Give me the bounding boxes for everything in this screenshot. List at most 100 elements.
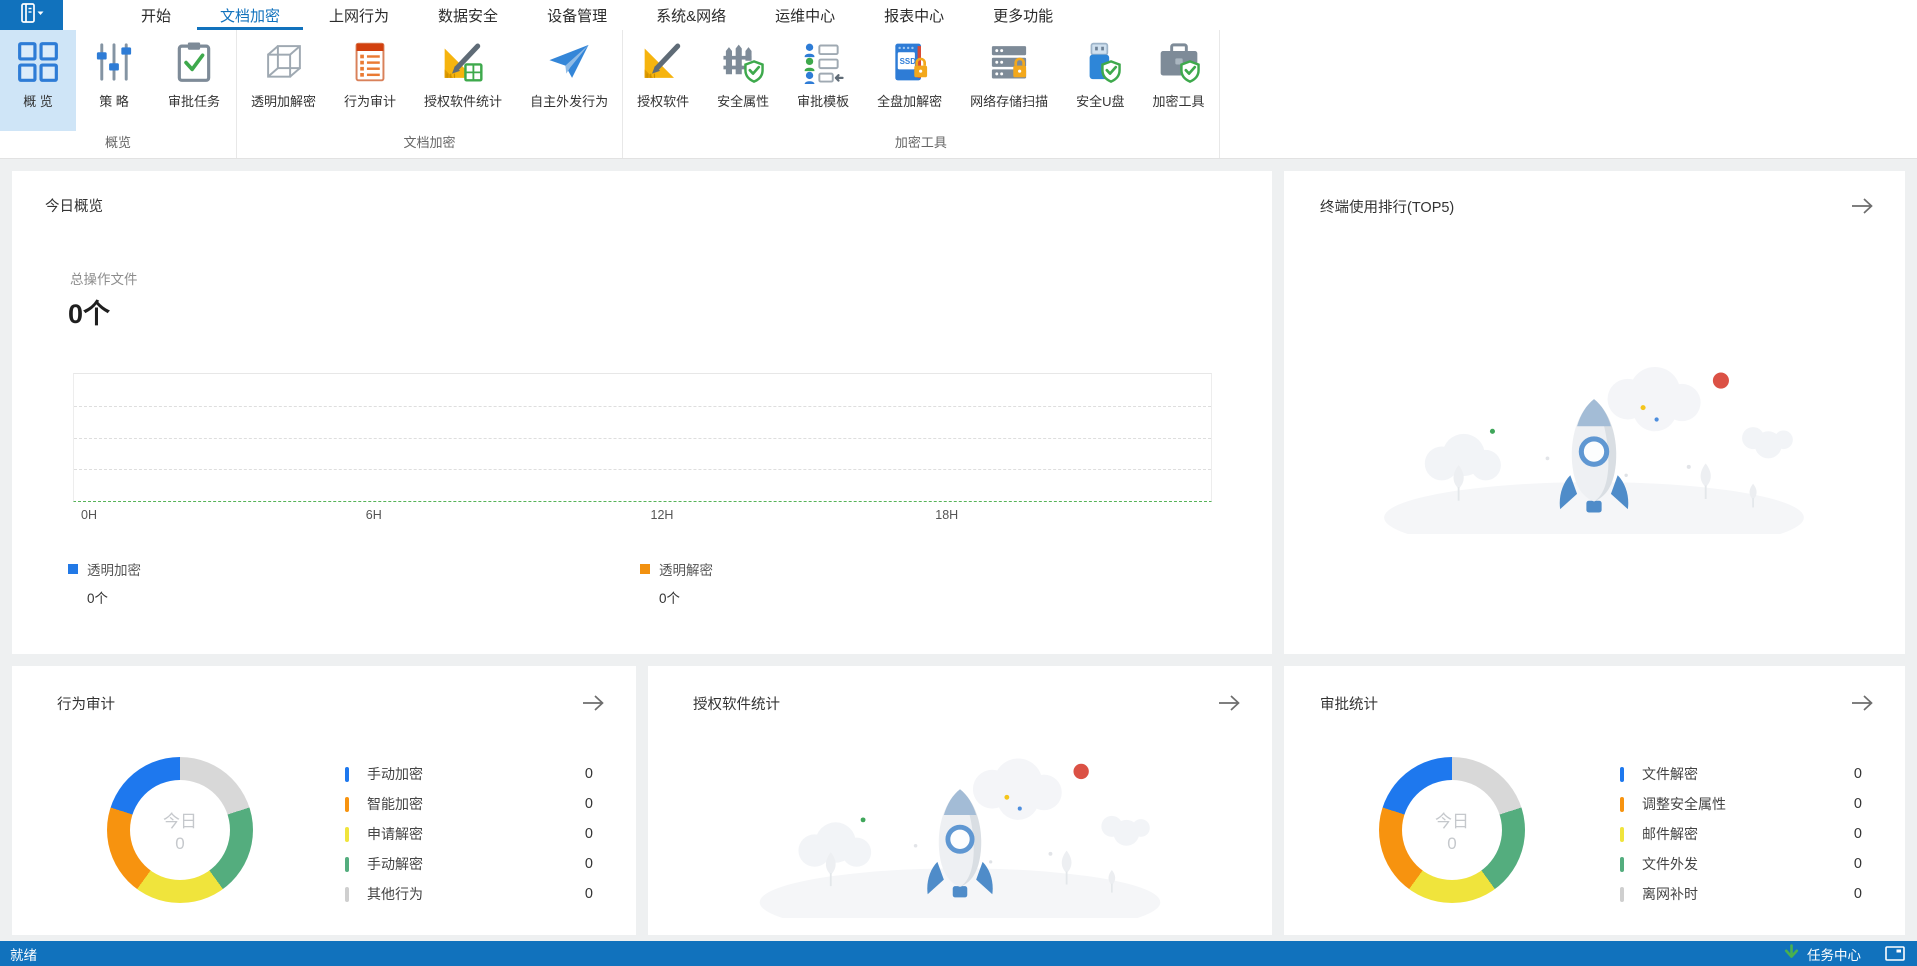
tab-device-mgmt[interactable]: 设备管理 xyxy=(524,0,630,30)
ribbon-item-authorized-software[interactable]: 授权软件 xyxy=(623,30,703,131)
series-legend-item: 透明加密 0个 xyxy=(68,559,141,607)
legend-item: 调整安全属性 0 xyxy=(1620,793,1862,815)
ribbon-item-label: 授权软件统计 xyxy=(424,94,503,109)
arrow-right-icon[interactable] xyxy=(1849,195,1875,217)
ribbon-group-items: 概 览 策 略 审批任务 xyxy=(0,30,236,131)
ribbon-item-network-storage-scan[interactable]: 网络存储扫描 xyxy=(956,30,1062,131)
ribbon-item-approval-template[interactable]: 审批模板 xyxy=(783,30,863,131)
tab-data-security[interactable]: 数据安全 xyxy=(415,0,521,30)
total-files-value: 0个 xyxy=(68,299,111,329)
legend-label: 其他行为 xyxy=(367,886,423,902)
approval-stats-card: 审批统计 今日 0 文件解密 0 调整安全属性 0 邮件解密 0 文件外发 0 离网补时 0 xyxy=(1284,666,1905,935)
empty-state-rocket-illustration xyxy=(750,746,1170,918)
authorized-software-stats-icon xyxy=(441,40,485,84)
ribbon-item-approval-task[interactable]: 审批任务 xyxy=(152,30,236,131)
ribbon-item-label: 安全U盘 xyxy=(1076,94,1125,109)
network-storage-scan-icon xyxy=(987,40,1031,84)
tab-report-center[interactable]: 报表中心 xyxy=(861,0,967,30)
behavior-audit-card: 行为审计 今日 0 手动加密 0 智能加密 0 申请解密 0 手动解密 0 其他行为 0 xyxy=(12,666,636,935)
status-bar: 就绪 任务中心 xyxy=(0,941,1917,966)
secure-usb-icon xyxy=(1078,40,1122,84)
legend-value: 0 xyxy=(584,826,593,842)
legend-item: 文件解密 0 xyxy=(1620,763,1862,785)
arrow-right-icon[interactable] xyxy=(1849,692,1875,714)
legend-item: 智能加密 0 xyxy=(345,793,593,815)
ribbon-item-behavior-audit[interactable]: 行为审计 xyxy=(330,30,410,131)
card-title: 授权软件统计 xyxy=(693,696,780,713)
legend-label: 透明加密 xyxy=(87,563,141,578)
legend-item: 手动解密 0 xyxy=(345,853,593,875)
ribbon-group: 概 览 策 略 审批任务 概览 xyxy=(0,30,238,158)
series-legend-item: 透明解密 0个 xyxy=(640,559,713,607)
donut-center: 今日 0 xyxy=(130,780,230,880)
legend-label: 透明解密 xyxy=(659,563,713,578)
behavior-audit-doc-icon xyxy=(348,40,392,84)
tab-system-network[interactable]: 系统&网络 xyxy=(633,0,749,30)
legend-value: 0 xyxy=(1853,796,1862,812)
menu-tabs: 开始 文档加密 上网行为 数据安全 设备管理 系统&网络 运维中心 报表中心 更多功能 xyxy=(118,0,1076,30)
card-title: 今日概览 xyxy=(45,199,103,215)
ribbon-item-label: 全盘加解密 xyxy=(877,94,943,109)
legend-label: 手动加密 xyxy=(367,766,423,782)
ribbon-item-security-attribute[interactable]: 安全属性 xyxy=(703,30,783,131)
tab-internet-behavior[interactable]: 上网行为 xyxy=(306,0,412,30)
tab-start[interactable]: 开始 xyxy=(118,0,194,30)
crypt-tools-icon xyxy=(1157,40,1201,84)
ribbon-item-overview[interactable]: 概 览 xyxy=(0,30,76,131)
legend-color-bar xyxy=(345,886,349,902)
card-title: 终端使用排行(TOP5) xyxy=(1320,199,1455,216)
legend-color-bar xyxy=(345,796,349,812)
tab-ops-center[interactable]: 运维中心 xyxy=(752,0,858,30)
app-menu-button[interactable] xyxy=(0,0,63,30)
behavior-audit-legend: 手动加密 0 智能加密 0 申请解密 0 手动解密 0 其他行为 0 xyxy=(345,763,593,905)
legend-label: 邮件解密 xyxy=(1642,826,1698,842)
monitor-icon[interactable] xyxy=(1885,946,1905,961)
legend-value: 0 xyxy=(1853,826,1862,842)
transparent-crypt-cube-icon xyxy=(262,40,306,84)
legend-label: 手动解密 xyxy=(367,856,423,872)
policy-sliders-icon xyxy=(92,40,136,84)
ribbon-item-secure-usb[interactable]: 安全U盘 xyxy=(1062,30,1138,131)
legend-item: 离网补时 0 xyxy=(1620,883,1862,905)
ribbon-item-self-outgoing[interactable]: 自主外发行为 xyxy=(516,30,622,131)
legend-value: 0 xyxy=(1853,766,1862,782)
ribbon-group-label: 加密工具 xyxy=(894,135,947,150)
x-tick: 18H xyxy=(935,508,959,522)
chart-x-axis: 0H 6H 12H 18H xyxy=(73,508,1212,524)
ribbon-item-full-disk-crypt[interactable]: SSD 全盘加解密 xyxy=(863,30,956,131)
ribbon-group-label: 文档加密 xyxy=(403,135,456,150)
ribbon-item-label: 网络存储扫描 xyxy=(970,94,1049,109)
ribbon-item-transparent-crypt[interactable]: 透明加解密 xyxy=(237,30,330,131)
donut-center-value: 0 xyxy=(175,833,185,853)
tab-more-features[interactable]: 更多功能 xyxy=(970,0,1076,30)
terminal-rank-card: 终端使用排行(TOP5) xyxy=(1284,171,1905,654)
legend-value: 0 xyxy=(584,796,593,812)
arrow-right-icon[interactable] xyxy=(1216,692,1242,714)
security-attribute-fence-icon xyxy=(721,40,765,84)
svg-text:SSD: SSD xyxy=(899,57,916,66)
download-arrow-icon xyxy=(1784,944,1799,963)
ribbon-item-authorized-software-stats[interactable]: 授权软件统计 xyxy=(410,30,516,131)
legend-item: 其他行为 0 xyxy=(345,883,593,905)
legend-label: 文件解密 xyxy=(1642,766,1698,782)
x-tick: 0H xyxy=(81,508,97,522)
series-legend-row: 透明加密 xyxy=(68,559,141,579)
x-tick: 12H xyxy=(650,508,674,522)
status-text: 就绪 xyxy=(10,947,37,963)
ribbon-item-label: 加密工具 xyxy=(1152,94,1205,109)
legend-value: 0 xyxy=(1853,886,1862,902)
empty-state-rocket-illustration xyxy=(1374,354,1814,534)
task-center-button[interactable]: 任务中心 xyxy=(1807,944,1861,964)
card-title: 审批统计 xyxy=(1320,696,1378,713)
menu-bar: 开始 文档加密 上网行为 数据安全 设备管理 系统&网络 运维中心 报表中心 更多功能 xyxy=(0,0,1917,30)
ribbon-item-label: 审批模板 xyxy=(797,94,850,109)
donut-center-label: 今日 xyxy=(1435,811,1469,831)
tab-doc-encryption[interactable]: 文档加密 xyxy=(197,0,304,30)
ribbon-item-label: 授权软件 xyxy=(637,94,690,109)
ribbon-item-policy[interactable]: 策 略 xyxy=(76,30,152,131)
donut-center-label: 今日 xyxy=(163,811,197,831)
ribbon-item-crypt-tools[interactable]: 加密工具 xyxy=(1139,30,1219,131)
arrow-right-icon[interactable] xyxy=(580,692,606,714)
overview-icon xyxy=(16,40,60,84)
series-legend-row: 透明解密 xyxy=(640,559,713,579)
